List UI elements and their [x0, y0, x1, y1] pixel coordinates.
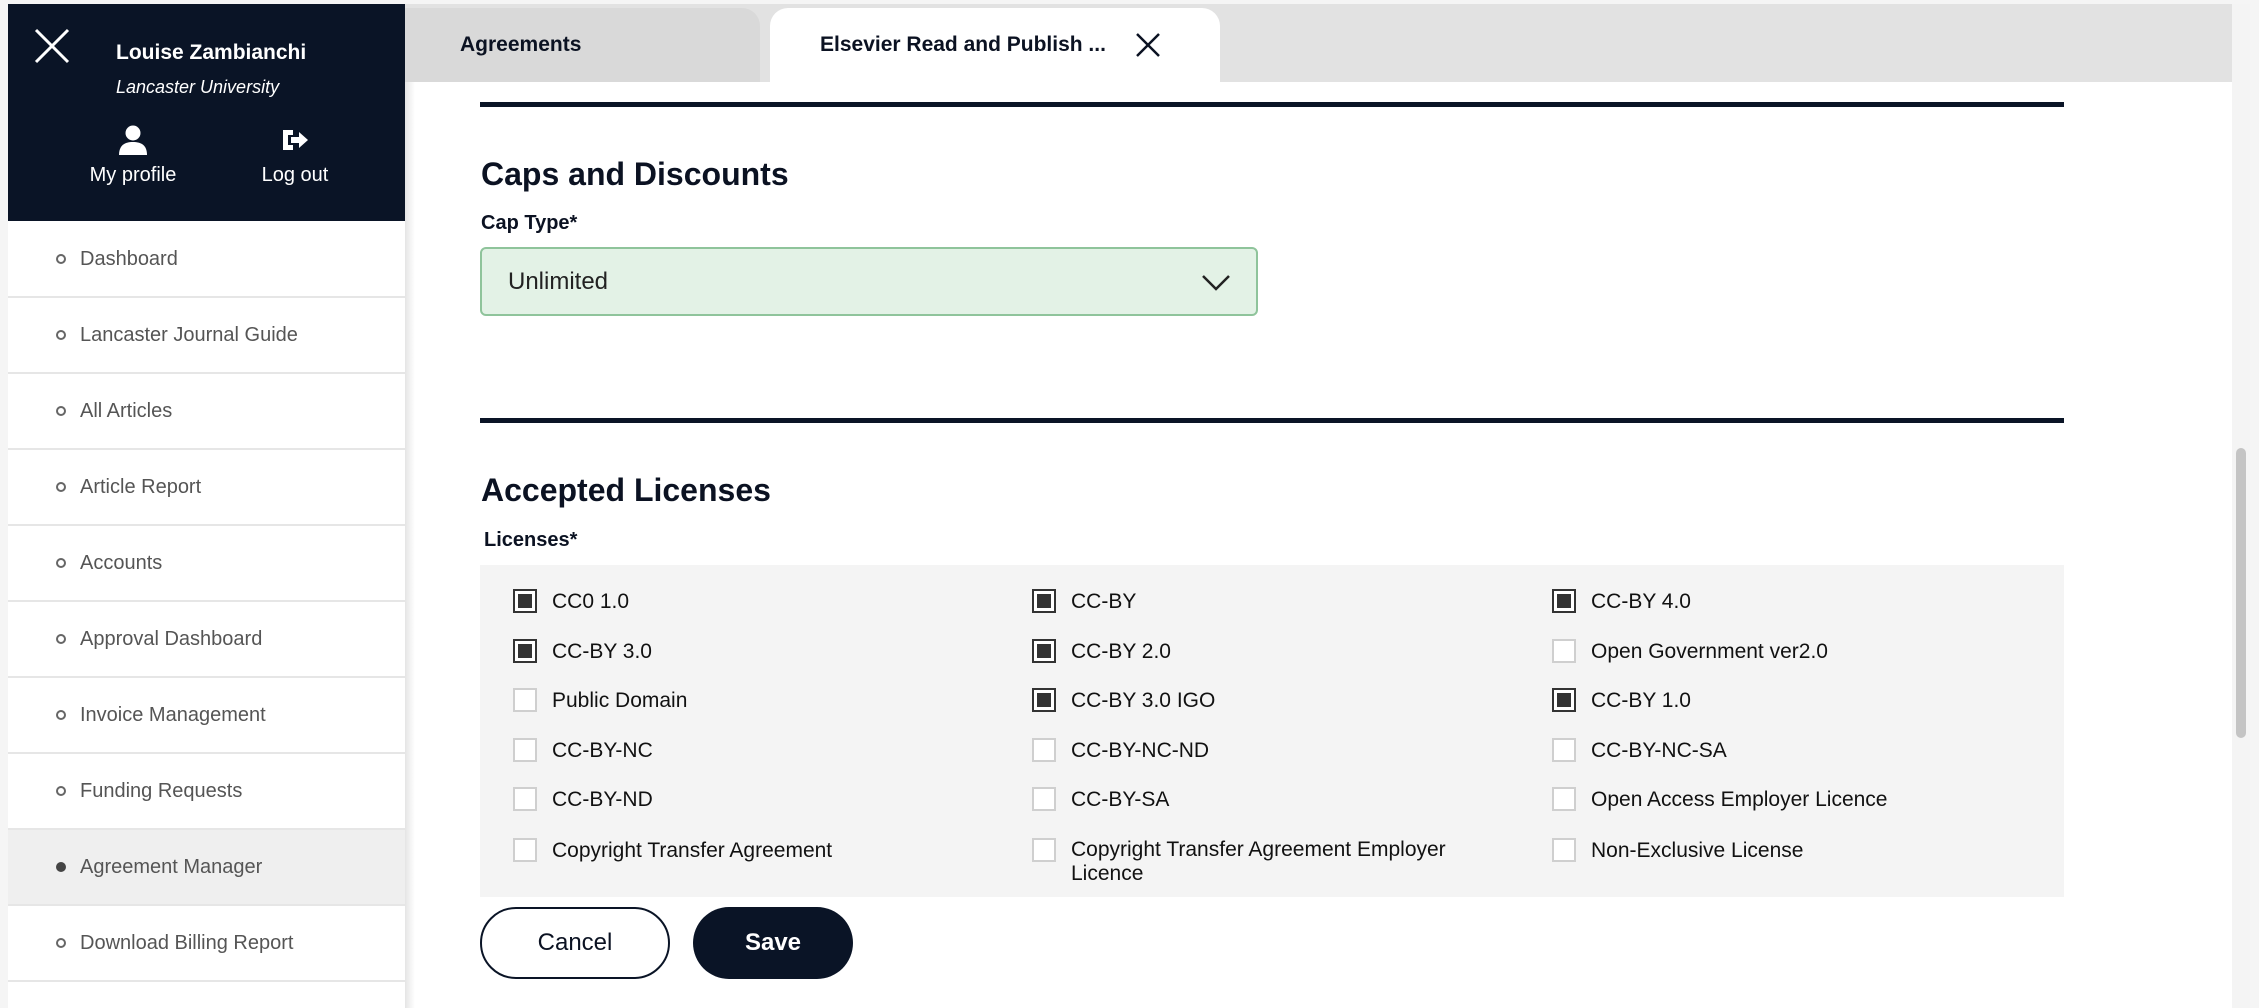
license-label: CC-BY 4.0 [1591, 590, 1691, 613]
bullet-icon [56, 558, 66, 568]
bullet-icon [56, 786, 66, 796]
license-label: Public Domain [552, 689, 688, 712]
sidebar-item-funding-requests[interactable]: Funding Requests [8, 754, 405, 830]
checkbox-box[interactable] [1552, 589, 1576, 613]
licenses-section-title: Accepted Licenses [481, 472, 771, 508]
caps-section-title: Caps and Discounts [481, 156, 789, 192]
tab-label: Elsevier Read and Publish ... [820, 33, 1106, 56]
license-label: CC-BY-NC-ND [1071, 739, 1210, 762]
sidebar-item-label: Lancaster Journal Guide [80, 323, 298, 346]
sidebar-item-label: Agreement Manager [80, 855, 263, 878]
tab-label: Agreements [460, 33, 582, 56]
tab-bar: Agreements Elsevier Read and Publish ... [405, 4, 2250, 82]
checkbox-box[interactable] [1552, 639, 1576, 663]
bullet-icon [56, 330, 66, 340]
sidebar-item-label: Funding Requests [80, 779, 243, 802]
close-icon[interactable] [32, 26, 72, 66]
chevron-down-icon [1202, 275, 1230, 291]
sidebar-item-journal-guide[interactable]: Lancaster Journal Guide [8, 298, 405, 374]
license-label: CC-BY-SA [1071, 788, 1170, 811]
checkbox-box[interactable] [1552, 688, 1576, 712]
sidebar-header: Louise Zambianchi Lancaster University M… [8, 4, 405, 221]
bullet-icon [56, 406, 66, 416]
checkbox-box[interactable] [513, 787, 537, 811]
bullet-icon [56, 482, 66, 492]
bullet-icon [56, 634, 66, 644]
logout-icon [283, 130, 308, 150]
sidebar-item-label: Article Report [80, 475, 202, 498]
bullet-icon [56, 938, 66, 948]
cancel-button[interactable]: Cancel [480, 907, 670, 979]
scrollbar-thumb[interactable] [2236, 448, 2246, 738]
checkbox-box[interactable] [1552, 787, 1576, 811]
sidebar-item-dashboard[interactable]: Dashboard [8, 222, 405, 298]
license-label: CC-BY 3.0 IGO [1071, 689, 1216, 712]
app-window: Louise Zambianchi Lancaster University M… [8, 4, 2250, 1008]
license-label: Copyright Transfer Agreement [552, 839, 833, 862]
license-label: CC-BY 2.0 [1071, 640, 1171, 663]
save-button[interactable]: Save [693, 907, 853, 979]
sidebar-item-label: All Articles [80, 399, 173, 422]
sidebar-item-label: Download Billing Report [80, 931, 294, 954]
sidebar-item-label: Accounts [80, 551, 163, 574]
bullet-icon [56, 862, 66, 872]
checkbox-box[interactable] [513, 738, 537, 762]
license-label: CC-BY 1.0 [1591, 689, 1691, 712]
sidebar-item-all-articles[interactable]: All Articles [8, 374, 405, 450]
checkbox-box[interactable] [1032, 589, 1056, 613]
sidebar-item-agreement-manager[interactable]: Agreement Manager [8, 830, 405, 906]
license-label: CC0 1.0 [552, 590, 630, 613]
checkbox-box[interactable] [1032, 639, 1056, 663]
tab-elsevier-read-and-publish[interactable]: Elsevier Read and Publish ... [770, 8, 1220, 82]
license-label: CC-BY-NC [552, 739, 653, 762]
checkbox-box[interactable] [513, 838, 537, 862]
cap-type-select[interactable]: Unlimited [480, 247, 1258, 316]
user-name: Louise Zambianchi [116, 41, 307, 64]
cap-type-label: Cap Type* [481, 212, 578, 234]
checkbox-box[interactable] [1032, 738, 1056, 762]
my-profile-label: My profile [89, 164, 177, 186]
my-profile-button[interactable]: My profile [63, 124, 203, 187]
checkbox-box[interactable] [1032, 787, 1056, 811]
checkbox-box[interactable] [513, 688, 537, 712]
sidebar-shadow [405, 4, 415, 1008]
license-label: Open Government ver2.0 [1591, 640, 1828, 663]
checkbox-box[interactable] [1032, 688, 1056, 712]
bullet-icon [56, 254, 66, 264]
sidebar-item-approval-dashboard[interactable]: Approval Dashboard [8, 602, 405, 678]
checkbox-box[interactable] [1032, 838, 1056, 862]
sidebar-item-accounts[interactable]: Accounts [8, 526, 405, 602]
licenses-label: Licenses* [484, 529, 578, 551]
license-label: CC-BY-ND [552, 788, 653, 811]
section-divider [480, 418, 2064, 423]
license-label: Non-Exclusive License [1591, 839, 1804, 862]
sidebar-item-article-report[interactable]: Article Report [8, 450, 405, 526]
license-label: Open Access Employer Licence [1591, 788, 1888, 811]
user-organization: Lancaster University [116, 77, 280, 97]
user-icon [119, 125, 147, 155]
license-label: Copyright Transfer Agreement Employer Li… [1071, 838, 1446, 885]
sidebar-item-label: Invoice Management [80, 703, 266, 726]
sidebar-item-label: Dashboard [80, 247, 178, 270]
licenses-panel: CC0 1.0 CC-BY CC-BY 4.0 CC-BY 3.0 CC-BY … [480, 565, 2064, 897]
license-label: CC-BY 3.0 [552, 640, 652, 663]
license-label: CC-BY [1071, 590, 1137, 613]
bullet-icon [56, 710, 66, 720]
sidebar-item-invoice-management[interactable]: Invoice Management [8, 678, 405, 754]
checkbox-box[interactable] [513, 639, 537, 663]
sidebar: Louise Zambianchi Lancaster University M… [8, 4, 405, 1008]
cap-type-value: Unlimited [508, 267, 609, 295]
checkbox-box[interactable] [513, 589, 537, 613]
checkbox-box[interactable] [1552, 838, 1576, 862]
sidebar-item-download-billing-report[interactable]: Download Billing Report [8, 906, 405, 982]
sidebar-item-label: Approval Dashboard [80, 627, 263, 650]
close-tab-icon[interactable] [1134, 31, 1162, 59]
license-label: CC-BY-NC-SA [1591, 739, 1727, 762]
tab-agreements[interactable]: Agreements [405, 8, 760, 82]
log-out-label: Log out [261, 164, 329, 186]
checkbox-box[interactable] [1552, 738, 1576, 762]
section-divider [480, 102, 2064, 107]
log-out-button[interactable]: Log out [225, 124, 365, 187]
